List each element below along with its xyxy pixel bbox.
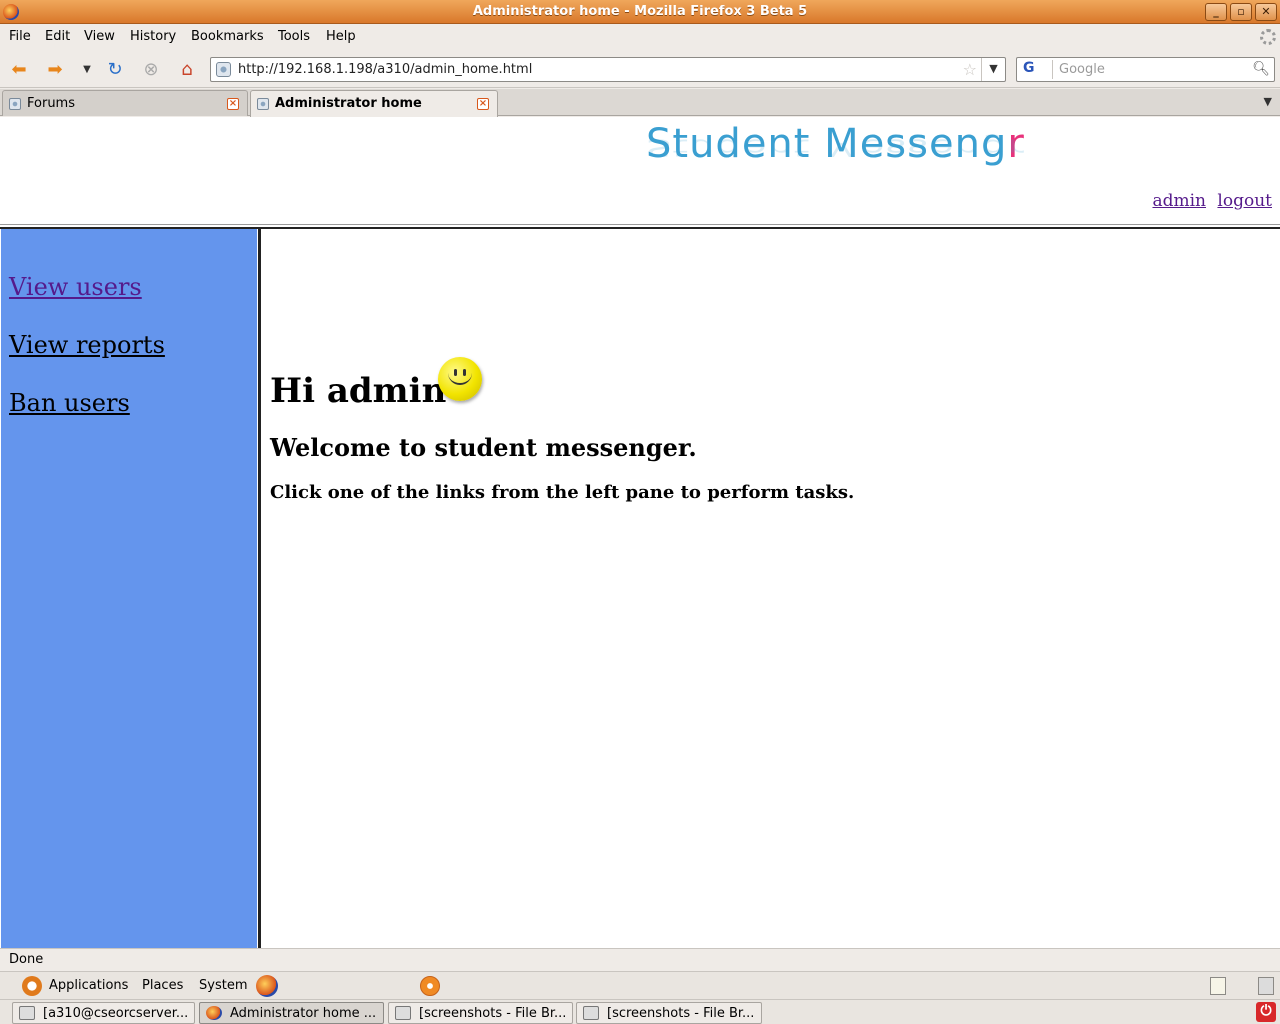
folder-icon — [583, 1006, 599, 1020]
system-menu[interactable]: System — [199, 978, 247, 993]
back-button[interactable]: ⬅ — [8, 58, 30, 80]
student-messengr-logo: Student Messengr Student Messengr — [646, 121, 1066, 195]
greeting-heading: Hi admin — [270, 371, 447, 411]
page-icon — [257, 98, 269, 110]
left-pane: View users View reports Ban users — [1, 229, 257, 948]
welcome-heading: Welcome to student messenger. — [270, 433, 697, 462]
taskbar-item-firefox[interactable]: Administrator home ... — [199, 1002, 384, 1024]
view-reports-link[interactable]: View reports — [9, 331, 165, 359]
menu-history[interactable]: History — [130, 29, 176, 44]
status-text: Done — [9, 952, 44, 967]
menu-view[interactable]: View — [84, 29, 115, 44]
url-bar[interactable]: http://192.168.1.198/a310/admin_home.htm… — [210, 57, 1006, 82]
trash-icon[interactable] — [1258, 977, 1274, 995]
folder-icon — [395, 1006, 411, 1020]
search-bar[interactable]: G Google 🔍︎ — [1016, 57, 1275, 82]
menu-bar: File Edit View History Bookmarks Tools H… — [0, 25, 1280, 49]
search-engine-icon[interactable]: G — [1019, 60, 1053, 79]
throbber-icon — [1260, 29, 1276, 45]
tab-label: Administrator home — [275, 96, 422, 111]
search-icon[interactable]: 🔍︎ — [1252, 61, 1270, 77]
menu-tools[interactable]: Tools — [278, 29, 310, 44]
taskbar-item-terminal[interactable]: [a310@cseorcserver... — [12, 1002, 195, 1024]
pane-divider — [258, 229, 261, 948]
menu-file[interactable]: File — [9, 29, 31, 44]
smiley-icon — [438, 357, 482, 401]
close-tab-icon[interactable]: × — [227, 98, 239, 110]
ubuntu-logo-icon[interactable] — [22, 976, 42, 996]
tab-administrator-home[interactable]: Administrator home × — [250, 90, 498, 117]
status-bar: Done — [0, 948, 1280, 970]
url-dropdown-icon[interactable]: ▼ — [981, 58, 1005, 81]
window-title: Administrator home - Mozilla Firefox 3 B… — [472, 4, 808, 19]
header-divider — [0, 224, 1280, 225]
power-icon[interactable]: ⏻ — [1256, 1002, 1276, 1022]
history-dropdown-icon[interactable]: ▼ — [76, 58, 98, 80]
reload-button[interactable]: ↻ — [104, 58, 126, 80]
tab-forums[interactable]: Forums × — [2, 90, 248, 116]
admin-link[interactable]: admin — [1152, 191, 1206, 211]
places-menu[interactable]: Places — [142, 978, 183, 993]
tab-label: Forums — [27, 96, 75, 111]
taskbar-item-file-browser-2[interactable]: [screenshots - File Br... — [576, 1002, 762, 1024]
taskbar-label: Administrator home ... — [230, 1006, 377, 1021]
menu-bookmarks[interactable]: Bookmarks — [191, 29, 264, 44]
taskbar-label: [a310@cseorcserver... — [43, 1006, 189, 1021]
taskbar-item-file-browser[interactable]: [screenshots - File Br... — [388, 1002, 573, 1024]
maximize-button[interactable]: ▫ — [1230, 3, 1252, 21]
window-titlebar[interactable]: Administrator home - Mozilla Firefox 3 B… — [0, 0, 1280, 24]
forward-button[interactable]: ➡ — [44, 58, 66, 80]
firefox-icon — [206, 1006, 222, 1020]
tab-list-icon[interactable]: ▼ — [1264, 95, 1272, 108]
page-content: Student Messengr Student Messengr admin … — [0, 117, 1280, 948]
logo-reflection: Student Messengr — [646, 133, 1025, 161]
taskbar: [a310@cseorcserver... Administrator home… — [0, 999, 1280, 1024]
instructions-text: Click one of the links from the left pan… — [270, 482, 855, 503]
notes-icon[interactable] — [1210, 977, 1226, 995]
user-links: admin logout — [1146, 191, 1272, 211]
page-header: Student Messengr Student Messengr admin … — [0, 117, 1280, 225]
search-input[interactable]: Google — [1059, 62, 1105, 77]
taskbar-label: [screenshots - File Br... — [419, 1006, 567, 1021]
applications-menu[interactable]: Applications — [49, 978, 128, 993]
launcher-icon[interactable] — [420, 976, 440, 996]
close-tab-icon[interactable]: × — [477, 98, 489, 110]
menu-edit[interactable]: Edit — [45, 29, 70, 44]
terminal-icon — [19, 1006, 35, 1020]
firefox-launcher-icon[interactable] — [256, 975, 278, 997]
site-identity-icon[interactable] — [216, 62, 231, 77]
page-icon — [9, 98, 21, 110]
menu-help[interactable]: Help — [326, 29, 356, 44]
gnome-panel: Applications Places System — [0, 971, 1280, 999]
taskbar-label: [screenshots - File Br... — [607, 1006, 755, 1021]
view-users-link[interactable]: View users — [9, 273, 142, 301]
bookmark-star-icon[interactable]: ☆ — [963, 60, 977, 79]
home-button[interactable]: ⌂ — [176, 58, 198, 80]
logout-link[interactable]: logout — [1217, 191, 1272, 211]
url-text[interactable]: http://192.168.1.198/a310/admin_home.htm… — [238, 62, 532, 77]
tab-bar: Forums × Administrator home × ▼ — [0, 89, 1280, 117]
close-button[interactable]: ✕ — [1255, 3, 1277, 21]
ban-users-link[interactable]: Ban users — [9, 389, 130, 417]
minimize-button[interactable]: _ — [1205, 3, 1227, 21]
stop-button[interactable]: ⊗ — [140, 58, 162, 80]
